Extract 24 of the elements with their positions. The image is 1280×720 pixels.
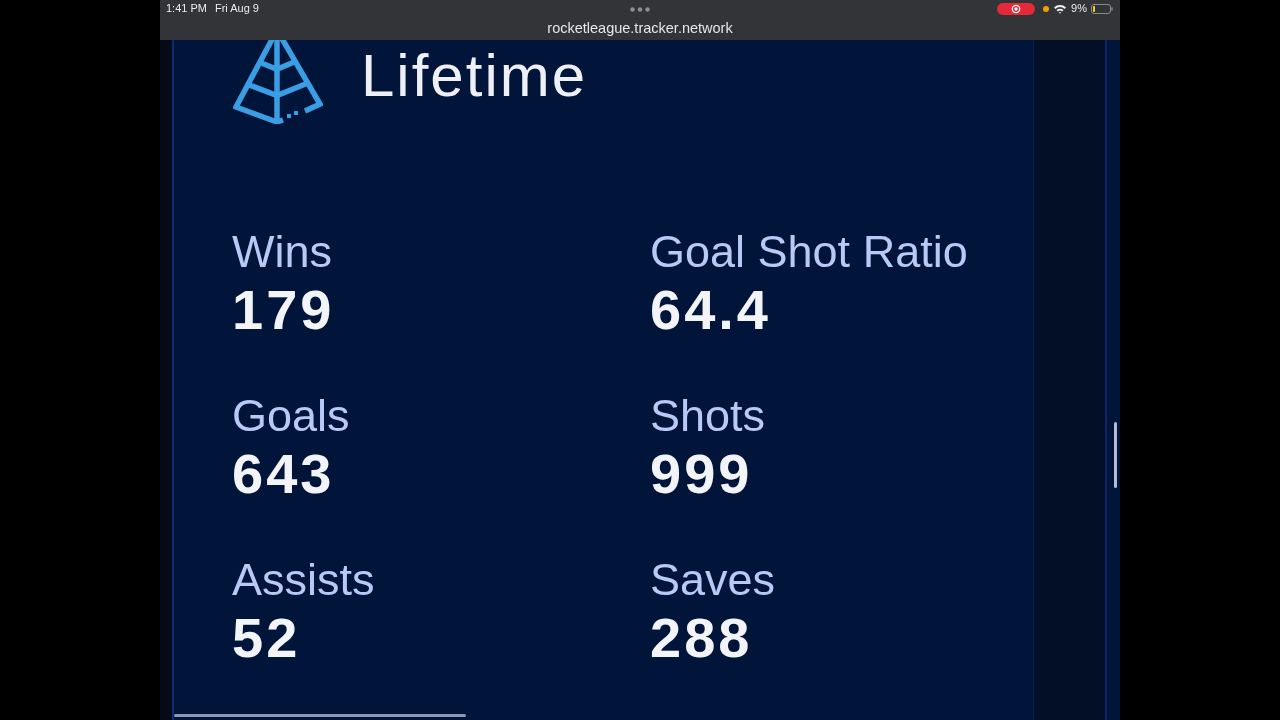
status-date: Fri Aug 9 xyxy=(214,2,259,15)
indicator-dot-icon xyxy=(1043,5,1050,12)
stat-label: Wins xyxy=(232,226,332,278)
stat-label: Goal Shot Ratio xyxy=(650,226,968,278)
vertical-scrollbar xyxy=(1114,422,1117,488)
battery-icon xyxy=(1091,3,1113,14)
wifi-icon xyxy=(1053,3,1068,14)
battery-percent: 9% xyxy=(1071,2,1087,15)
url-text[interactable]: rocketleague.tracker.network xyxy=(547,20,733,37)
recording-icon xyxy=(997,2,1036,15)
stat-value: 288 xyxy=(650,606,753,670)
stat-value: 999 xyxy=(650,442,753,506)
pyramid-icon xyxy=(233,40,323,124)
status-time: 1:41 PM xyxy=(166,2,207,15)
stat-label: Assists xyxy=(232,554,375,606)
stat-label: Shots xyxy=(650,390,766,442)
stat-label: Goals xyxy=(232,390,350,442)
stat-value: 52 xyxy=(232,606,301,670)
more-icon[interactable] xyxy=(630,6,650,12)
stat-label: Saves xyxy=(650,554,776,606)
section-title: Lifetime xyxy=(361,46,588,106)
stat-value: 179 xyxy=(232,278,335,342)
stat-value: 643 xyxy=(232,442,335,506)
stat-value: 64.4 xyxy=(650,278,771,342)
